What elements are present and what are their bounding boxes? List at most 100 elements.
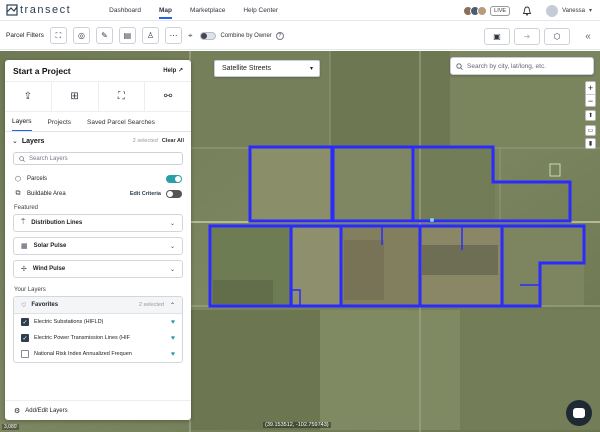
your-layers-label: Your Layers: [14, 287, 46, 293]
trash-icon: ▮: [588, 141, 593, 147]
compass-button[interactable]: ◎: [72, 27, 90, 44]
reset-north-button[interactable]: ⬆: [585, 110, 596, 121]
favorite-item[interactable]: ✓ Electric Substations (HIFLD) ♥: [14, 314, 182, 330]
featured-solar-pulse[interactable]: ▦ Solar Pulse ⌄: [13, 237, 183, 255]
bell-icon[interactable]: [522, 6, 532, 16]
favorites-count: 2 selected: [138, 302, 164, 308]
basemap-selector[interactable]: Satellite Streets ▾: [214, 60, 320, 77]
favorites-header[interactable]: ♡ Favorites 2 selected ⌃: [14, 297, 182, 314]
select-area-button[interactable]: ⛶: [49, 27, 67, 44]
layers-icon: ⧉: [15, 189, 21, 197]
project-panel: Start a Project Help ↗ ⇪ ⊞ ⛶ ⚯ Layers Pr…: [5, 60, 191, 420]
favorites-label: Favorites: [31, 302, 59, 308]
clear-all-button[interactable]: Clear All: [162, 138, 184, 144]
select-area-icon: ⛶: [55, 30, 62, 40]
compass-icon: ⬆: [587, 113, 594, 119]
collaborator-avatars[interactable]: [463, 5, 488, 16]
layer-parcels: ⬡ Parcels: [5, 171, 191, 186]
power-pole-icon: ⍑: [21, 219, 26, 226]
chat-icon: [573, 408, 585, 418]
featured-wind-pulse[interactable]: ✢ Wind Pulse ⌄: [13, 260, 183, 278]
user-menu[interactable]: Vanessa ▾: [546, 4, 592, 17]
favorite-item[interactable]: ✓ Electric Power Transmission Lines (HIF…: [14, 330, 182, 346]
help-icon[interactable]: ?: [275, 31, 284, 40]
favorites-group: ♡ Favorites 2 selected ⌃ ✓ Electric Subs…: [13, 296, 183, 363]
panel-help-link[interactable]: Help ↗: [163, 67, 183, 74]
pencil-icon: ✎: [101, 31, 108, 40]
measure-button[interactable]: ▭: [585, 125, 596, 136]
map-toolbar: Parcel Filters ⛶ ◎ ✎ ▤ ♙ ⋯ ⌖ Combine by …: [0, 22, 600, 50]
brand-name: transect: [20, 4, 72, 16]
avatar: [477, 5, 488, 16]
layers-section-header[interactable]: ⌄ Layers 2 selected Clear All: [5, 132, 191, 150]
layers-selected-count: 2 selected: [132, 138, 158, 144]
chevron-up-icon: ⌃: [169, 302, 175, 309]
checkbox-checked[interactable]: ✓: [21, 334, 29, 342]
heart-icon: ♡: [21, 302, 27, 309]
pin-off-icon[interactable]: ⌖: [188, 31, 193, 41]
document-button[interactable]: ▤: [118, 27, 136, 44]
upload-icon: ⇪: [23, 91, 33, 102]
draw-button[interactable]: ✎: [95, 27, 113, 44]
user-avatar: [546, 4, 559, 17]
compass-icon: ◎: [77, 31, 85, 40]
nav-map[interactable]: Map: [158, 7, 172, 19]
search-icon: [456, 62, 463, 70]
route-icon: ⚯: [163, 91, 173, 102]
chevron-down-icon: ⌄: [169, 243, 175, 250]
tab-saved-parcel-searches[interactable]: Saved Parcel Searches: [87, 119, 155, 131]
tab-layers[interactable]: Layers: [12, 118, 32, 131]
combine-by-owner-label: Combine by Owner: [220, 32, 272, 39]
cube-icon: ⬡: [553, 31, 561, 41]
3d-button[interactable]: ⬡: [544, 27, 570, 45]
person-icon: ♙: [146, 31, 155, 40]
more-button[interactable]: ⋯: [164, 27, 182, 44]
parcels-toggle[interactable]: [166, 174, 182, 183]
save-button[interactable]: ▣: [484, 27, 510, 45]
panel-title: Start a Project: [13, 65, 71, 76]
search-icon: [19, 155, 25, 162]
chevron-down-icon: ▾: [309, 66, 313, 72]
zoom-in-button[interactable]: +: [586, 82, 595, 94]
add-edit-layers-button[interactable]: ⚙ Add/Edit Layers: [5, 400, 191, 420]
buildable-area-toggle[interactable]: [166, 189, 182, 198]
collapse-icon[interactable]: «: [580, 31, 596, 42]
heart-icon[interactable]: ♥: [171, 335, 175, 342]
checkbox-unchecked[interactable]: [21, 350, 29, 358]
ruler-icon: ▭: [587, 128, 594, 134]
location-search-input[interactable]: Search by city, lat/long, etc.: [450, 57, 594, 75]
draw-area-button[interactable]: ⛶: [99, 82, 146, 111]
owner-button[interactable]: ♙: [141, 27, 159, 44]
layer-search-input[interactable]: Search Layers: [13, 152, 183, 165]
gear-icon: ⚙: [14, 407, 21, 415]
heart-icon[interactable]: ♥: [171, 351, 175, 358]
edit-criteria-link[interactable]: Edit Criteria: [130, 191, 161, 197]
layers-heading: Layers: [21, 137, 45, 145]
delete-button[interactable]: ▮: [585, 138, 596, 149]
upload-button[interactable]: ⇪: [5, 82, 52, 111]
layer-search-placeholder: Search Layers: [29, 155, 68, 162]
featured-distribution-lines[interactable]: ⍑ Distribution Lines ⌄: [13, 214, 183, 232]
polygon-icon: ⛶: [117, 91, 125, 102]
document-icon: ▤: [123, 31, 132, 40]
share-button[interactable]: ➜: [514, 27, 540, 45]
combine-by-owner-toggle[interactable]: [200, 31, 217, 40]
nav-help-center[interactable]: Help Center: [243, 7, 278, 14]
zoom-out-button[interactable]: −: [586, 94, 595, 106]
route-button[interactable]: ⚯: [145, 82, 191, 111]
checkbox-checked[interactable]: ✓: [21, 318, 29, 326]
save-icon: ▣: [493, 31, 501, 41]
nav-dashboard[interactable]: Dashboard: [109, 7, 141, 14]
tab-projects[interactable]: Projects: [48, 119, 71, 131]
top-nav: transect Dashboard Map Marketplace Help …: [0, 0, 600, 21]
zoom-control: + −: [585, 81, 596, 107]
map-scale: 3,080': [2, 424, 20, 430]
brand-logo[interactable]: transect: [6, 4, 71, 16]
add-layer-button[interactable]: ⊞: [52, 82, 99, 111]
favorite-item[interactable]: National Risk Index Annualized Frequen ♥: [14, 346, 182, 362]
solar-panel-icon: ▦: [21, 243, 28, 250]
chat-button[interactable]: [566, 400, 592, 426]
nav-marketplace[interactable]: Marketplace: [190, 7, 225, 14]
heart-icon[interactable]: ♥: [171, 319, 175, 326]
basemap-label: Satellite Streets: [222, 65, 272, 72]
